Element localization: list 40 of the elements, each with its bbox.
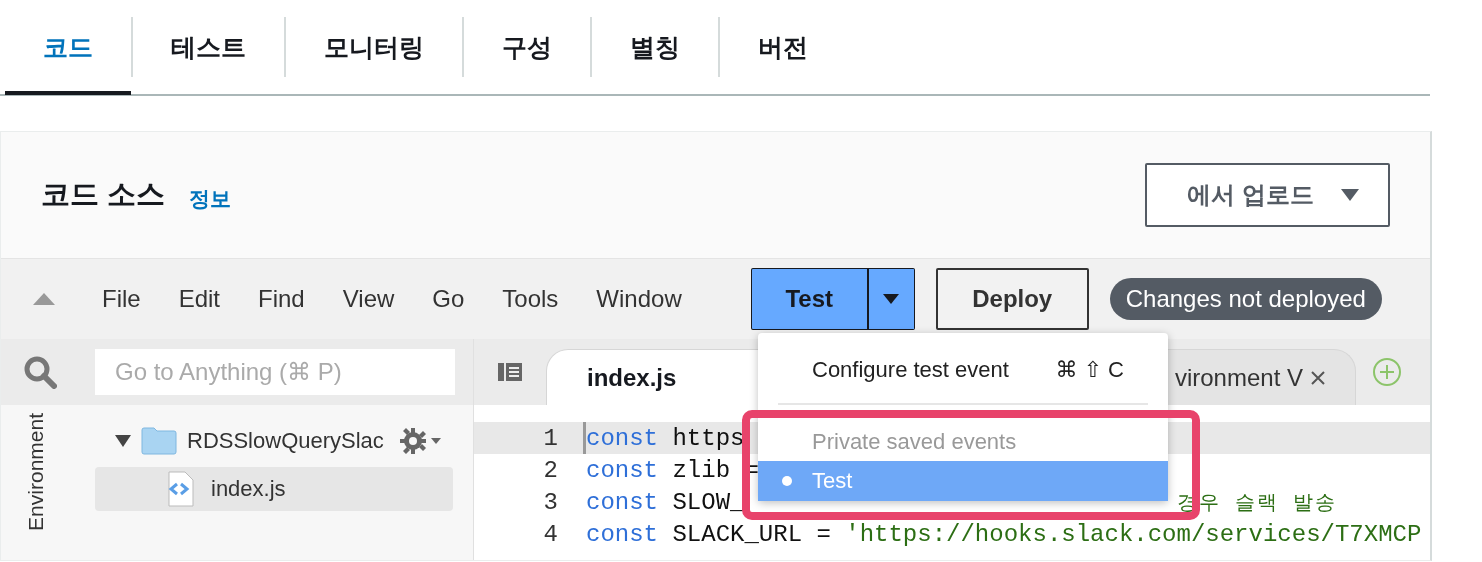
tab[interactable]: 모니터링 <box>286 0 462 95</box>
search-icon[interactable] <box>23 355 57 389</box>
tree-item[interactable]: index.js <box>95 467 453 511</box>
collapse-icon[interactable] <box>33 293 55 305</box>
dropdown-button[interactable] <box>868 268 915 330</box>
line-number: 4 <box>542 520 558 548</box>
menu-item[interactable]: View <box>323 285 414 313</box>
menu-header: Private saved events <box>811 428 1018 456</box>
code-file-icon <box>165 471 195 507</box>
close-icon[interactable] <box>1311 370 1325 385</box>
tab-list-icon[interactable] <box>496 361 524 383</box>
upload-button[interactable]: 에서 업로드 <box>1145 163 1390 227</box>
caret-icon <box>115 434 131 448</box>
menu-item[interactable]: Edit <box>159 285 240 313</box>
caret-icon <box>1340 188 1360 202</box>
gear-icon[interactable] <box>399 426 443 456</box>
tab[interactable]: 버전 <box>720 0 846 95</box>
code-line: const SLACK_URL = 'https://hooks.slack.com/services/T7XMCP <box>586 520 1422 548</box>
tree-item[interactable]: RDSSlowQuerySlac <box>95 419 453 463</box>
tab[interactable]: 구성 <box>464 0 590 95</box>
menu-item[interactable]: Go <box>413 285 484 313</box>
deploy-button[interactable]: Deploy <box>935 268 1089 330</box>
search-field[interactable]: Go to Anything (⌘ P) <box>95 349 455 395</box>
info-link[interactable]: 정보 <box>189 185 232 213</box>
menu-item[interactable]: Window <box>577 285 701 313</box>
status-badge: Changes not deployed <box>1109 278 1382 320</box>
menu-item[interactable]: File <box>83 285 160 313</box>
menu-item[interactable]: Tools <box>483 285 578 313</box>
line-number: 1 <box>542 424 558 452</box>
tab[interactable]: 테스트 <box>133 0 284 95</box>
section-title: 코드 소스 <box>41 177 166 212</box>
caret-icon <box>883 294 900 304</box>
code-line: const https <box>586 424 745 452</box>
line-number: 3 <box>542 488 558 516</box>
tab[interactable]: 별칭 <box>592 0 718 95</box>
panel-label[interactable]: Environment <box>24 413 48 531</box>
line-number: 2 <box>542 456 558 484</box>
test-button[interactable]: Test <box>750 268 869 330</box>
menu-item[interactable]: Find <box>239 285 324 313</box>
folder-icon <box>141 427 177 455</box>
